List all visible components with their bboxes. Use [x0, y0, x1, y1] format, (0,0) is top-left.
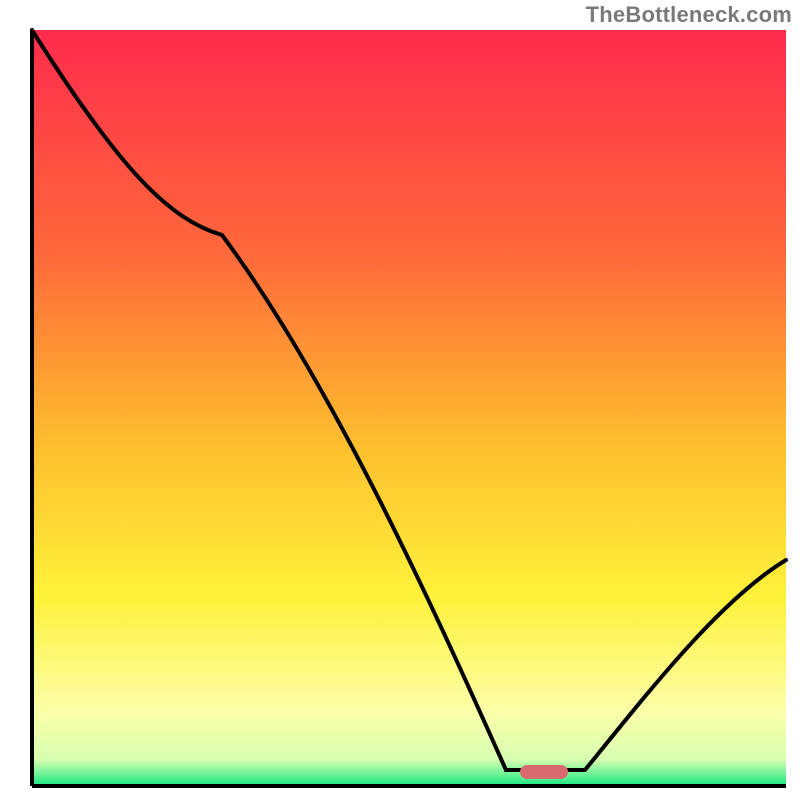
gradient-plot-area — [32, 30, 786, 786]
optimal-marker — [520, 765, 568, 779]
chart-stage: TheBottleneck.com — [0, 0, 800, 800]
bottleneck-chart — [0, 0, 800, 800]
